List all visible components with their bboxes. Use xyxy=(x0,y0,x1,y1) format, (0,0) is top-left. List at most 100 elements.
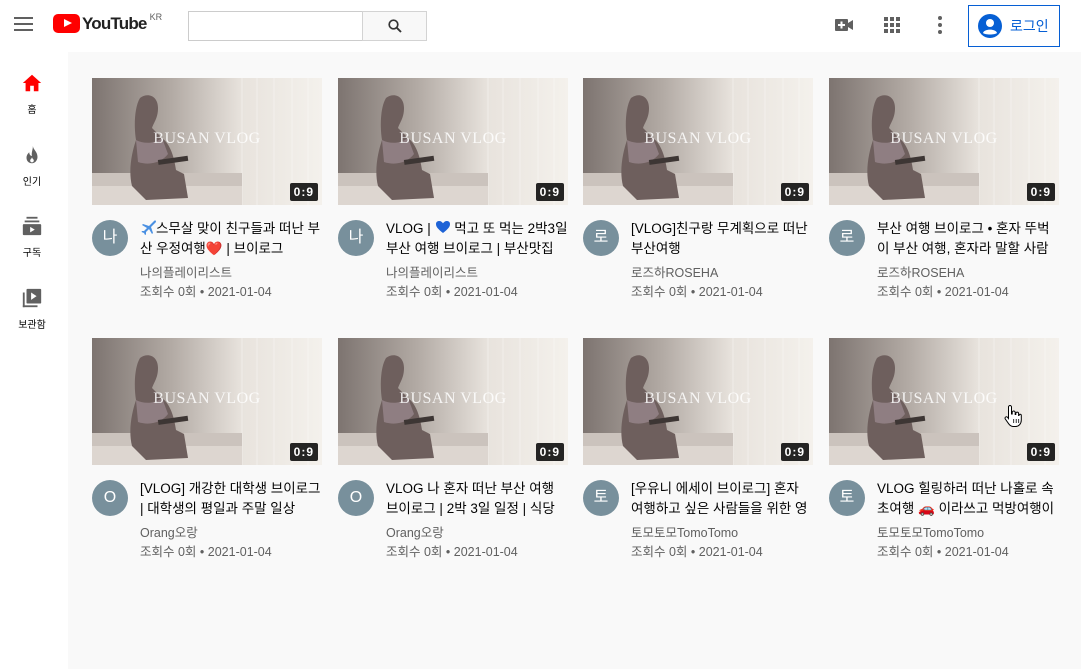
channel-name[interactable]: 토모토모TomoTomo xyxy=(877,522,1059,541)
channel-avatar[interactable]: O xyxy=(338,480,374,516)
create-video-icon[interactable] xyxy=(832,13,856,37)
video-card[interactable]: BUSAN VLOG 0:9 O VLOG 나 혼자 떠난 부산 여행 브이로그… xyxy=(338,338,568,568)
duration-badge: 0:9 xyxy=(1026,183,1055,201)
logo-region: KR xyxy=(149,12,163,22)
video-title[interactable]: 스무살 맞이 친구들과 떠난 부산 우정여행❤️ | 브이로그 xyxy=(140,219,322,259)
video-title[interactable]: [우유니 에세이 브이로그] 혼자 여행하고 싶은 사람들을 위한 영상 xyxy=(631,479,813,519)
more-vert-icon[interactable] xyxy=(928,13,952,37)
sidebar-item-label: 구독 xyxy=(22,248,42,259)
view-count: 조회수 0회 xyxy=(386,285,443,299)
video-title-text: 스무살 맞이 친구들과 떠난 부산 우정여행❤️ | 브이로그 xyxy=(140,221,321,256)
video-card[interactable]: BUSAN VLOG 0:9 나 VLOG | 먹고 또 먹는 2박3일 부산 … xyxy=(338,78,568,308)
duration-badge: 0:9 xyxy=(535,183,564,201)
video-thumbnail[interactable]: BUSAN VLOG 0:9 xyxy=(338,78,568,205)
video-meta: 조회수 0회 • 2021-01-04 xyxy=(386,285,518,299)
channel-avatar[interactable]: 나 xyxy=(338,220,374,256)
hand-cursor-icon xyxy=(1004,404,1022,427)
duration-badge: 0:9 xyxy=(780,183,809,201)
video-thumbnail[interactable]: BUSAN VLOG 0:9 xyxy=(92,78,322,205)
video-card[interactable]: BUSAN VLOG 0:9 O [VLOG] 개강한 대학생 브이로그 | 대… xyxy=(92,338,322,568)
thumbnail-text: BUSAN VLOG xyxy=(153,130,261,147)
video-title[interactable]: VLOG 힐링하러 떠난 나홀로 속초여행 🚗 이라쓰고 먹방여행이라 읽는다 xyxy=(877,479,1059,519)
account-circle-icon xyxy=(978,14,1002,38)
upload-date: 2021-01-04 xyxy=(453,545,518,559)
video-meta: 조회수 0회 • 2021-01-04 xyxy=(631,545,763,559)
video-meta: 조회수 0회 • 2021-01-04 xyxy=(386,545,518,559)
video-meta: 조회수 0회 • 2021-01-04 xyxy=(631,285,763,299)
library-icon xyxy=(22,288,42,308)
mini-guide: 홈 인기 구독 보관함 xyxy=(0,52,68,669)
video-card[interactable]: BUSAN VLOG 0:9 나 스무살 맞이 친구들과 떠난 부산 우정여행❤… xyxy=(92,78,322,308)
video-title-text: [우유니 에세이 브이로그] 혼자 여행하고 싶은 사람들을 위한 영상 xyxy=(631,481,808,516)
video-card[interactable]: BUSAN VLOG 0:9 로 부산 여행 브이로그 • 혼자 뚜벅이 부산 … xyxy=(829,78,1059,308)
video-card[interactable]: BUSAN VLOG 0:9 로 [VLOG]친구랑 무계획으로 떠난 부산여행… xyxy=(583,78,813,308)
video-thumbnail[interactable]: BUSAN VLOG 0:9 xyxy=(583,78,813,205)
channel-name[interactable]: 로즈하ROSEHA xyxy=(877,262,1059,281)
view-count: 조회수 0회 xyxy=(877,545,934,559)
channel-name[interactable]: Orang오랑 xyxy=(386,522,568,541)
channel-avatar[interactable]: 로 xyxy=(583,220,619,256)
sidebar-item-library[interactable]: 보관함 xyxy=(0,287,64,347)
view-count: 조회수 0회 xyxy=(631,285,688,299)
duration-badge: 0:9 xyxy=(289,183,318,201)
logo-text: YouTube xyxy=(82,14,147,33)
search-button[interactable] xyxy=(362,11,427,41)
duration-badge: 0:9 xyxy=(535,443,564,461)
thumbnail-text: BUSAN VLOG xyxy=(399,130,507,147)
video-title[interactable]: VLOG | 먹고 또 먹는 2박3일 부산 여행 브이로그 | 부산맛집 xyxy=(386,219,568,259)
channel-avatar[interactable]: O xyxy=(92,480,128,516)
video-title[interactable]: 부산 여행 브이로그 • 혼자 뚜벅이 부산 여행, 혼자라 말할 사람이 없어 xyxy=(877,219,1059,259)
video-thumbnail[interactable]: BUSAN VLOG 0:9 xyxy=(829,338,1059,465)
search-icon xyxy=(388,19,402,33)
signin-button[interactable]: 로그인 xyxy=(968,5,1060,47)
channel-name[interactable]: Orang오랑 xyxy=(140,522,322,541)
video-thumbnail[interactable]: BUSAN VLOG 0:9 xyxy=(92,338,322,465)
upload-date: 2021-01-04 xyxy=(944,545,1009,559)
sidebar-item-trending[interactable]: 인기 xyxy=(0,144,64,204)
sidebar-item-label: 인기 xyxy=(22,177,42,188)
channel-avatar[interactable]: 토 xyxy=(829,480,865,516)
channel-avatar[interactable]: 로 xyxy=(829,220,865,256)
view-count: 조회수 0회 xyxy=(631,545,688,559)
youtube-logo[interactable]: YouTube KR xyxy=(53,12,163,36)
sidebar-item-home[interactable]: 홈 xyxy=(0,72,64,132)
signin-label: 로그인 xyxy=(1010,18,1049,34)
thumbnail-text: BUSAN VLOG xyxy=(644,390,752,407)
upload-date: 2021-01-04 xyxy=(944,285,1009,299)
search-input[interactable] xyxy=(189,12,363,40)
video-meta: 조회수 0회 • 2021-01-04 xyxy=(140,285,272,299)
upload-date: 2021-01-04 xyxy=(698,545,763,559)
view-count: 조회수 0회 xyxy=(877,285,934,299)
video-title[interactable]: VLOG 나 혼자 떠난 부산 여행 브이로그 | 2박 3일 일정 | 식당 … xyxy=(386,479,568,519)
video-title[interactable]: [VLOG]친구랑 무계획으로 떠난 부산여행 xyxy=(631,219,813,259)
apps-grid-icon[interactable] xyxy=(880,13,904,37)
duration-badge: 0:9 xyxy=(289,443,318,461)
video-card[interactable]: BUSAN VLOG 0:9 토 [우유니 에세이 브이로그] 혼자 여행하고 … xyxy=(583,338,813,568)
thumbnail-text: BUSAN VLOG xyxy=(153,390,261,407)
video-title-text: [VLOG]친구랑 무계획으로 떠난 부산여행 xyxy=(631,221,808,256)
thumbnail-text: BUSAN VLOG xyxy=(890,130,998,147)
video-title-text: VLOG 힐링하러 떠난 나홀로 속초여행 🚗 이라쓰고 먹방여행이라 읽는다 xyxy=(877,481,1055,516)
video-thumbnail[interactable]: BUSAN VLOG 0:9 xyxy=(583,338,813,465)
upload-date: 2021-01-04 xyxy=(207,545,272,559)
video-title-text: 부산 여행 브이로그 • 혼자 뚜벅이 부산 여행, 혼자라 말할 사람이 없어 xyxy=(877,221,1050,256)
channel-name[interactable]: 나의플레이리스트 xyxy=(140,262,322,281)
sidebar-item-label: 홈 xyxy=(27,105,37,116)
video-title-text: VLOG 나 혼자 떠난 부산 여행 브이로그 | 2박 3일 일정 | 식당 … xyxy=(386,481,555,516)
video-thumbnail[interactable]: BUSAN VLOG 0:9 xyxy=(829,78,1059,205)
channel-avatar[interactable]: 나 xyxy=(92,220,128,256)
channel-name[interactable]: 토모토모TomoTomo xyxy=(631,522,813,541)
video-title[interactable]: [VLOG] 개강한 대학생 브이로그 | 대학생의 평일과 주말 일상 xyxy=(140,479,322,519)
video-meta: 조회수 0회 • 2021-01-04 xyxy=(140,545,272,559)
channel-avatar[interactable]: 토 xyxy=(583,480,619,516)
channel-name[interactable]: 나의플레이리스트 xyxy=(386,262,568,281)
home-icon xyxy=(22,74,42,92)
youtube-play-icon xyxy=(53,14,80,33)
sidebar-item-subscriptions[interactable]: 구독 xyxy=(0,215,64,275)
thumbnail-text: BUSAN VLOG xyxy=(399,390,507,407)
video-card[interactable]: BUSAN VLOG 0:9 토 VLOG 힐링하러 떠난 나홀로 속초여행 🚗… xyxy=(829,338,1059,568)
menu-icon[interactable] xyxy=(13,15,35,33)
thumbnail-text: BUSAN VLOG xyxy=(890,390,998,407)
video-thumbnail[interactable]: BUSAN VLOG 0:9 xyxy=(338,338,568,465)
channel-name[interactable]: 로즈하ROSEHA xyxy=(631,262,813,281)
